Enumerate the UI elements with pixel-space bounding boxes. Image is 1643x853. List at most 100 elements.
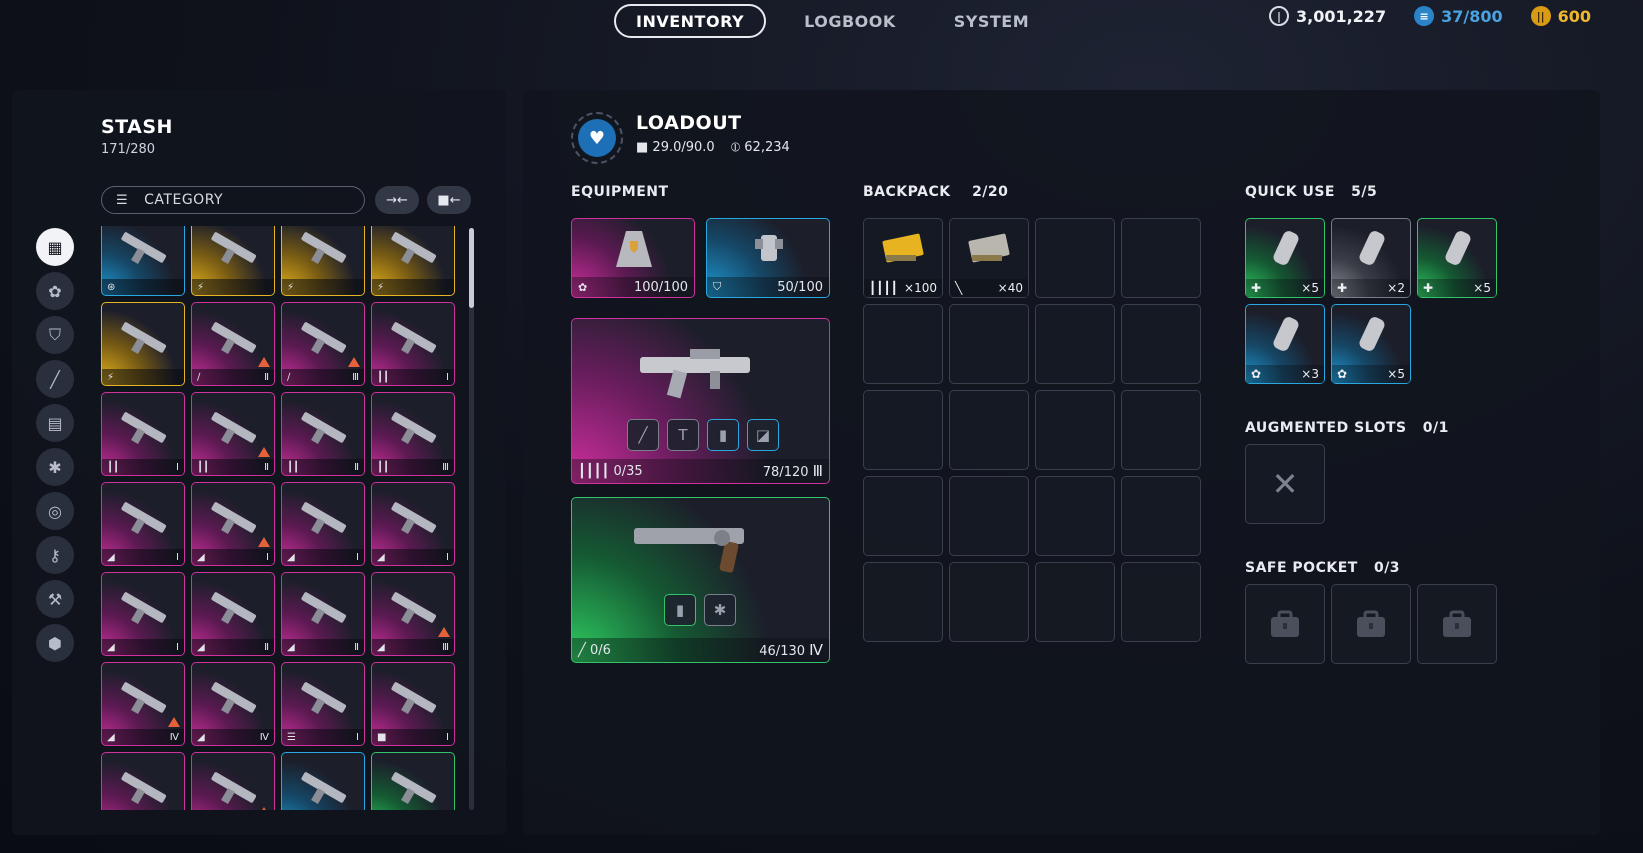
backpack-slot[interactable] [1035,304,1115,384]
throwable-icon: ✿ [1337,367,1348,381]
collapse-button[interactable]: →← [375,186,419,214]
backpack-slot[interactable] [1121,562,1201,642]
stash-item[interactable]: ◢ Ⅱ [191,572,275,656]
sort-button[interactable]: ■← [427,186,471,214]
mod-grip-icon[interactable]: T [667,419,699,451]
stash-item[interactable]: ┃┃ Ⅱ [281,392,365,476]
backpack-slot[interactable]: ┃┃┃┃ ×100 [863,218,943,298]
safe-pocket-slot[interactable] [1417,584,1497,664]
sidebar-cube-button[interactable]: ⬢ [36,624,74,662]
mod-ammo-icon[interactable]: ▮ [664,594,696,626]
item-type-icon: ∕ [197,371,201,383]
stash-item[interactable]: ⚡ [371,226,455,296]
backpack-slot[interactable] [949,562,1029,642]
backpack-slot[interactable] [863,562,943,642]
backpack-slot[interactable] [863,390,943,470]
sidebar-ammo-button[interactable]: ▤ [36,404,74,442]
item-type-icon: ┃┃ [377,371,390,383]
sidebar-wrench-button[interactable]: ⚒ [36,580,74,618]
stash-item[interactable]: ■Ⅲ [371,752,455,810]
stash-item[interactable]: ┃┃ Ⅲ [371,392,455,476]
stash-scrollbar[interactable] [469,228,474,810]
equipment-slot-footer: ✿ 100/100 [572,277,694,297]
stash-item[interactable]: ■ [281,752,365,810]
sidebar-key-button[interactable]: ⚷ [36,536,74,574]
primary-weapon-slot[interactable]: ╱ T ▮ ◪ ┃┃┃┃ 0/35 78/120 Ⅲ [571,318,830,484]
backpack-slot[interactable] [1121,390,1201,470]
warning-icon [438,627,450,637]
backpack-slot[interactable] [1035,476,1115,556]
secondary-weapon-slot[interactable]: ▮ ✱ ╱ 0/6 46/130 Ⅳ [571,497,830,663]
backpack-slot[interactable]: ╲ ×40 [949,218,1029,298]
heart-icon: ♥ [578,119,616,157]
stash-item[interactable]: ■Ⅱ [101,752,185,810]
safe-pocket-slot[interactable] [1245,584,1325,664]
equipment-slot-shield[interactable]: ⛉ 50/100 [706,218,830,298]
mod-stock-icon[interactable]: ◪ [747,419,779,451]
stash-item[interactable]: ∕ Ⅱ [191,302,275,386]
category-filter[interactable]: ☰ CATEGORY [101,186,365,214]
stash-item[interactable]: ┃┃ Ⅱ [191,392,275,476]
stash-item-footer: ◢ Ⅰ [102,549,184,565]
quick-use-count: 5/5 [1351,184,1378,200]
stash-item[interactable]: ⚡ [101,302,185,386]
backpack-slot[interactable] [1121,476,1201,556]
stash-item[interactable]: ◢ Ⅰ [101,482,185,566]
sidebar-shield-button[interactable]: ⛉ [36,316,74,354]
stash-item[interactable]: ☰ Ⅰ [281,662,365,746]
backpack-slot[interactable] [1121,304,1201,384]
stash-item[interactable]: ■ Ⅰ [371,662,455,746]
backpack-slot[interactable] [949,476,1029,556]
sidebar-gear-button[interactable]: ✱ [36,448,74,486]
backpack-slot[interactable] [1035,562,1115,642]
stash-item[interactable]: ◢ Ⅰ [191,482,275,566]
tab-system[interactable]: SYSTEM [934,4,1049,38]
mod-barrel-icon[interactable]: ╱ [627,419,659,451]
mod-magazine-icon[interactable]: ▮ [707,419,739,451]
sidebar-grid-button[interactable]: ▦ [36,228,74,266]
backpack-slot[interactable] [863,304,943,384]
item-quantity: ×5 [1473,281,1491,295]
equipment-slot-augment[interactable]: ✿ 100/100 [571,218,695,298]
stash-item[interactable]: ◢ Ⅳ [191,662,275,746]
stash-item[interactable]: ◢ Ⅰ [371,482,455,566]
backpack-slot[interactable] [1035,390,1115,470]
backpack-slot[interactable] [949,304,1029,384]
sidebar-scope-button[interactable]: ◎ [36,492,74,530]
backpack-slot[interactable] [949,390,1029,470]
quick-use-slot[interactable]: ✚ ×2 [1331,218,1411,298]
quick-use-slot[interactable]: ✚ ×5 [1245,218,1325,298]
safe-pocket-slot[interactable] [1331,584,1411,664]
quick-use-slot[interactable]: ✿ ×5 [1331,304,1411,384]
secondary-ammo-value: 0/6 [589,642,611,658]
quick-use-slot[interactable]: ✿ ×3 [1245,304,1325,384]
stash-item[interactable]: ┃┃ Ⅰ [371,302,455,386]
stash-item[interactable]: ∕ Ⅲ [281,302,365,386]
tab-logbook[interactable]: LOGBOOK [784,4,916,38]
backpack-slot[interactable] [1035,218,1115,298]
equipment-slot-footer: ⛉ 50/100 [707,277,829,297]
stash-item[interactable]: ◢ Ⅰ [101,572,185,656]
stash-item[interactable]: ■Ⅲ [191,752,275,810]
stash-item[interactable]: ┃┃ Ⅰ [101,392,185,476]
augmented-slot[interactable]: ✕ [1245,444,1325,524]
stash-item[interactable]: ◢ Ⅳ [101,662,185,746]
stash-item[interactable]: ⊛ [101,226,185,296]
stash-item[interactable]: ◢ Ⅲ [371,572,455,656]
item-tier: Ⅳ [169,731,179,743]
rifle-icon [640,349,750,399]
mod-gear-icon[interactable]: ✱ [704,594,736,626]
sidebar-grenade-button[interactable]: ✿ [36,272,74,310]
stash-item[interactable]: ◢ Ⅱ [281,572,365,656]
grenade-icon: ✿ [48,281,62,301]
quick-use-slot[interactable]: ✚ ×5 [1417,218,1497,298]
tab-inventory[interactable]: INVENTORY [614,4,767,38]
backpack-slot[interactable] [1121,218,1201,298]
item-tier: Ⅱ [264,461,269,473]
stash-item[interactable]: ◢ Ⅰ [281,482,365,566]
backpack-slot[interactable] [863,476,943,556]
scrollbar-thumb[interactable] [469,228,474,308]
stash-item[interactable]: ⚡ [281,226,365,296]
stash-item[interactable]: ⚡ [191,226,275,296]
sidebar-knife-button[interactable]: ╱ [36,360,74,398]
